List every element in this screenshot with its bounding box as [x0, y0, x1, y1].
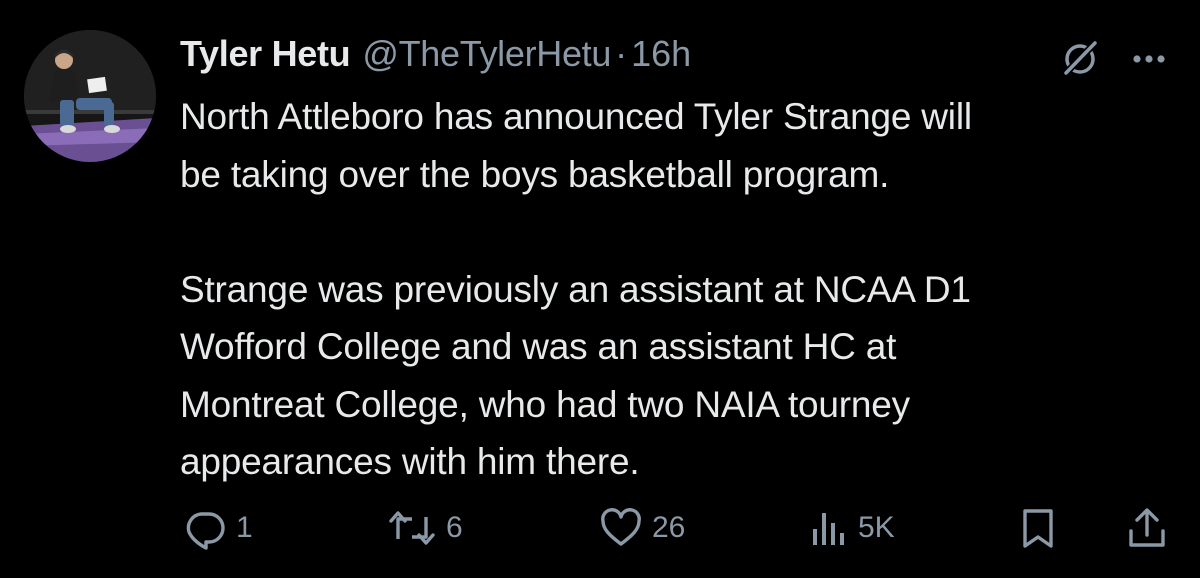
views-count: 5K [858, 511, 895, 544]
share-button[interactable] [1124, 502, 1170, 554]
retweet-icon [389, 511, 435, 545]
avatar-image [24, 30, 156, 162]
grok-icon[interactable] [1058, 36, 1102, 80]
reply-button[interactable]: 1 [182, 502, 253, 554]
bookmark-icon [1023, 509, 1053, 548]
like-button[interactable]: 26 [598, 502, 685, 554]
separator-dot: · [615, 33, 628, 74]
timestamp[interactable]: 16h [631, 33, 691, 75]
tweet-text: North Attleboro has announced Tyler Stra… [180, 96, 972, 482]
author-handle[interactable]: @TheTylerHetu [362, 33, 611, 75]
reply-count: 1 [236, 511, 253, 544]
share-icon [1129, 508, 1165, 547]
views-button[interactable]: 5K [808, 502, 895, 554]
retweet-button[interactable]: 6 [386, 502, 463, 554]
tweet-header: Tyler Hetu @TheTylerHetu · 16h [180, 28, 691, 80]
heart-icon [601, 508, 641, 546]
bookmark-button[interactable] [1016, 502, 1060, 554]
retweet-count: 6 [446, 511, 463, 544]
views-icon [813, 513, 844, 545]
more-icon[interactable] [1126, 36, 1172, 80]
avatar[interactable] [24, 30, 156, 162]
like-count: 26 [652, 511, 686, 544]
author-name[interactable]: Tyler Hetu [180, 33, 351, 75]
reply-icon [186, 512, 225, 550]
